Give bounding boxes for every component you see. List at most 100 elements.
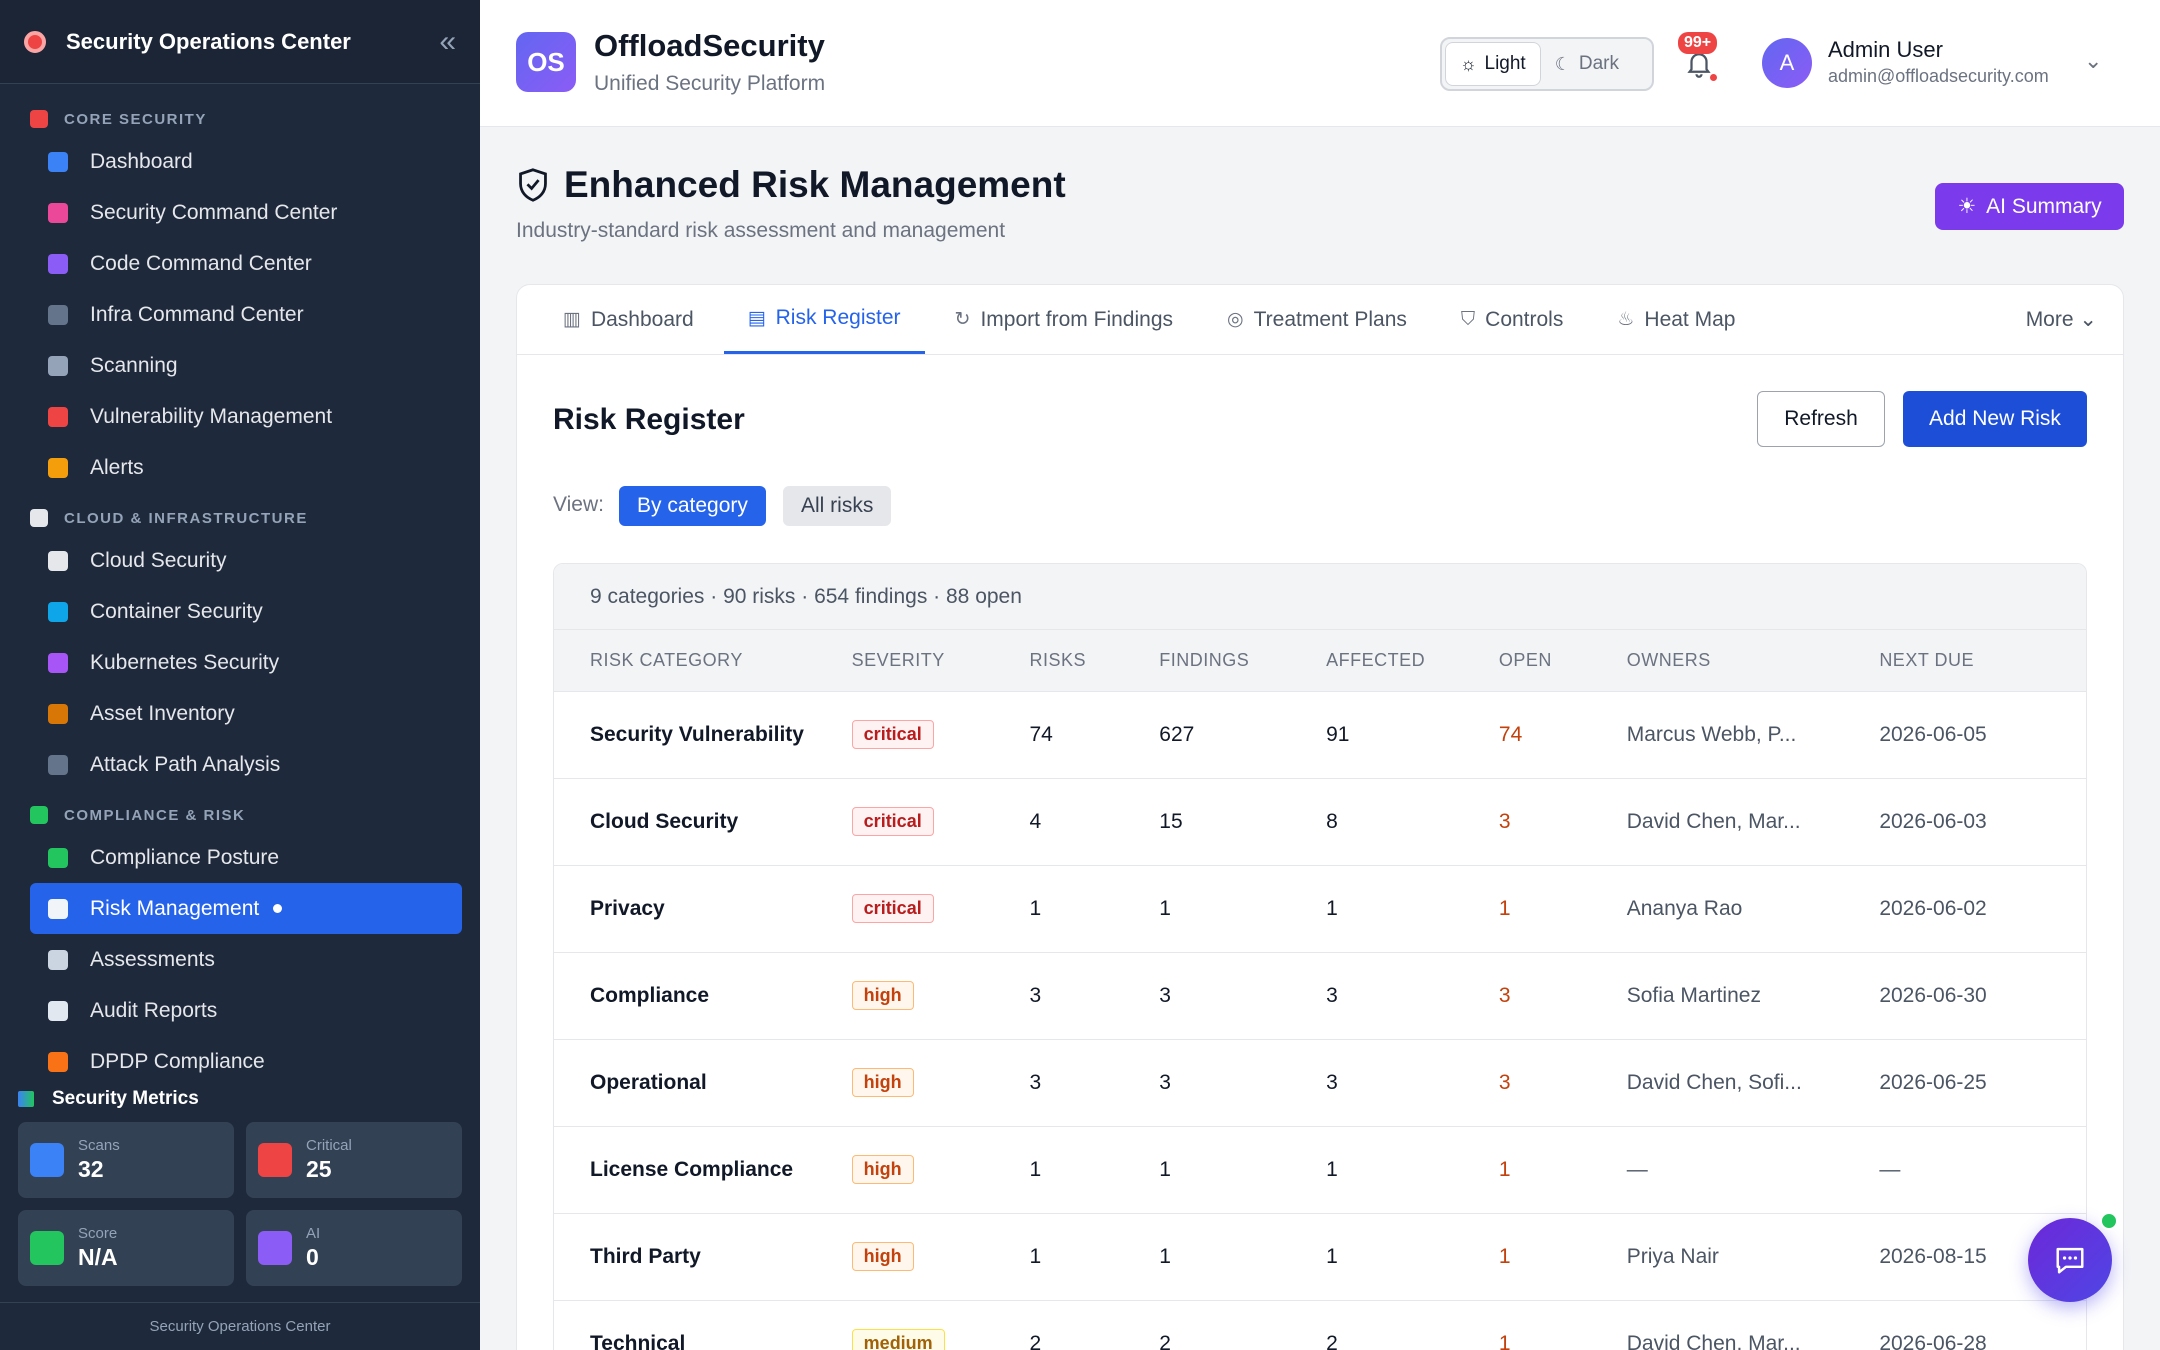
risks-cell: 1 — [1029, 1126, 1160, 1214]
metric-value: 25 — [306, 1156, 332, 1182]
avatar[interactable]: A — [1762, 38, 1812, 88]
table-row[interactable]: Compliance high 3 3 3 3 Sofia Martinez 2026-06-… — [554, 952, 2086, 1040]
open-cell: 1 — [1498, 865, 1627, 953]
sidebar-item-code-command-center[interactable]: Code Command Center — [30, 238, 462, 289]
dna-icon — [48, 253, 68, 274]
metric-card-ai: AI 0 — [246, 1210, 462, 1286]
metric-label: Score — [78, 1225, 118, 1242]
sidebar-item-kubernetes-security[interactable]: Kubernetes Security — [30, 637, 462, 688]
column-header: FINDINGS — [1159, 630, 1327, 692]
view-all-risks-button[interactable]: All risks — [783, 486, 892, 526]
metric-value: 32 — [78, 1156, 104, 1182]
risk-category-cell: Security Vulnerability — [554, 691, 852, 779]
sidebar-item-alerts[interactable]: Alerts — [30, 442, 462, 493]
sidebar-item-audit-reports[interactable]: Audit Reports — [30, 985, 462, 1036]
tab-dashboard[interactable]: ▥ Dashboard — [539, 285, 718, 354]
metric-value: N/A — [78, 1244, 118, 1270]
tab-import-from-findings[interactable]: ↻ Import from Findings — [931, 285, 1197, 354]
ai-summary-button[interactable]: ☀ AI Summary — [1935, 183, 2124, 230]
cloud-icon — [30, 509, 48, 527]
bar-chart-icon — [18, 1091, 34, 1107]
flame-icon: ♨ — [1617, 309, 1635, 330]
table-row[interactable]: License Compliance high 1 1 1 1— — — [554, 1126, 2086, 1214]
sidebar-item-risk-management[interactable]: Risk Management — [30, 883, 462, 934]
brain-icon — [48, 202, 68, 223]
sidebar: Security Operations Center « CORE SECURI… — [0, 0, 480, 1350]
theme-light-label: Light — [1484, 53, 1526, 74]
tab-label: Heat Map — [1644, 307, 1736, 331]
sidebar-item-dashboard[interactable]: Dashboard — [30, 136, 462, 187]
sidebar-item-vulnerability-management[interactable]: Vulnerability Management — [30, 391, 462, 442]
sidebar-item-asset-inventory[interactable]: Asset Inventory — [30, 688, 462, 739]
clipboard-icon: ▤ — [747, 307, 766, 329]
owners-cell: Priya Nair — [1626, 1213, 1880, 1301]
document-icon — [48, 1000, 68, 1021]
metrics-grid: Scans 32 Critical 25 Score N/A AI 0 — [0, 1122, 480, 1286]
open-cell: 1 — [1498, 1213, 1627, 1301]
risk-category-cell: Technical — [554, 1300, 852, 1350]
owners-cell: — — [1626, 1126, 1880, 1214]
tab-risk-register[interactable]: ▤ Risk Register — [723, 285, 925, 354]
warning-icon — [258, 1143, 292, 1177]
table-header-row: RISK CATEGORY SEVERITY RISKS FINDINGS AFFECT… — [554, 630, 2086, 692]
sidebar-item-dpdp-compliance[interactable]: DPDP Compliance — [30, 1036, 462, 1076]
open-cell: 1 — [1498, 1126, 1627, 1214]
tab-more-label: More — [2025, 308, 2074, 331]
shield-icon — [30, 110, 48, 128]
tab-more[interactable]: More ⌄ — [2026, 307, 2097, 332]
cloud-icon — [48, 550, 68, 571]
sidebar-item-cloud-security[interactable]: Cloud Security — [30, 535, 462, 586]
sidebar-item-security-command-center[interactable]: Security Command Center — [30, 187, 462, 238]
table-row[interactable]: Operational high 3 3 3 3 David Chen, Sofi... 20… — [554, 1039, 2086, 1127]
column-header: OWNERS — [1626, 630, 1880, 692]
add-new-risk-button[interactable]: Add New Risk — [1903, 391, 2087, 447]
risk-category-cell: Cloud Security — [554, 778, 852, 866]
table-row[interactable]: Technical medium 2 2 2 1 David Chen, Mar... 202… — [554, 1300, 2086, 1350]
whale-icon — [48, 601, 68, 622]
theme-dark-button[interactable]: ☾ Dark — [1541, 42, 1633, 86]
next-due-cell: 2026-06-25 — [1879, 1039, 2086, 1127]
table-row[interactable]: Third Party high 1 1 1 1 Priya Nair 2026-08-15 — [554, 1213, 2086, 1301]
bar-chart-icon: ▥ — [563, 309, 581, 330]
open-cell: 74 — [1498, 691, 1627, 779]
view-by-category-button[interactable]: By category — [619, 486, 766, 526]
tab-treatment-plans[interactable]: ◎ Treatment Plans — [1203, 285, 1431, 354]
tab-heat-map[interactable]: ♨ Heat Map — [1593, 285, 1759, 354]
chat-button[interactable] — [2028, 1218, 2112, 1302]
affected-cell: 1 — [1326, 1126, 1499, 1214]
sidebar-item-container-security[interactable]: Container Security — [30, 586, 462, 637]
severity-badge: critical — [851, 894, 934, 923]
table-row[interactable]: Security Vulnerability critical 74 627 91 74 M… — [554, 691, 2086, 779]
tab-controls[interactable]: ⛉ Controls — [1437, 285, 1587, 354]
metric-text: Score N/A — [78, 1225, 118, 1271]
active-indicator-dot — [273, 904, 283, 913]
sidebar-item-compliance-posture[interactable]: Compliance Posture — [30, 832, 462, 883]
collapse-sidebar-icon[interactable]: « — [439, 25, 456, 59]
risks-cell: 1 — [1029, 865, 1160, 953]
findings-cell: 2 — [1159, 1300, 1327, 1350]
sidebar-item-scanning[interactable]: Scanning — [30, 340, 462, 391]
column-header: RISKS — [1029, 630, 1160, 692]
sidebar-item-infra-command-center[interactable]: Infra Command Center — [30, 289, 462, 340]
sidebar-item-assessments[interactable]: Assessments — [30, 934, 462, 985]
chat-icon — [2056, 1247, 2084, 1274]
column-header: SEVERITY — [851, 630, 1030, 692]
chevron-down-icon[interactable]: ⌄ — [2084, 48, 2102, 74]
severity-cell: critical — [851, 691, 1030, 779]
risk-category-cell: Privacy — [554, 865, 852, 953]
sidebar-item-label: Scanning — [90, 353, 178, 377]
sidebar-item-attack-path-analysis[interactable]: Attack Path Analysis — [30, 739, 462, 790]
table-row[interactable]: Privacy critical 1 1 1 1 Ananya Rao 2026-06-02 — [554, 865, 2086, 953]
severity-cell: critical — [851, 778, 1030, 866]
risk-category-table: RISK CATEGORY SEVERITY RISKS FINDINGS AFFECT… — [554, 630, 2086, 1350]
column-header: AFFECTED — [1326, 630, 1499, 692]
risks-cell: 74 — [1029, 691, 1160, 779]
table-body: Security Vulnerability critical 74 627 91 74 M… — [554, 691, 2086, 1350]
theme-light-button[interactable]: ☼ Light — [1445, 42, 1541, 86]
affected-cell: 91 — [1326, 691, 1499, 779]
table-row[interactable]: Cloud Security critical 4 15 8 3 David Chen, M… — [554, 778, 2086, 866]
metric-card-scans: Scans 32 — [18, 1122, 234, 1198]
refresh-button[interactable]: Refresh — [1757, 391, 1885, 447]
sidebar-item-label: Dashboard — [90, 149, 193, 173]
shield-icon — [48, 406, 68, 427]
